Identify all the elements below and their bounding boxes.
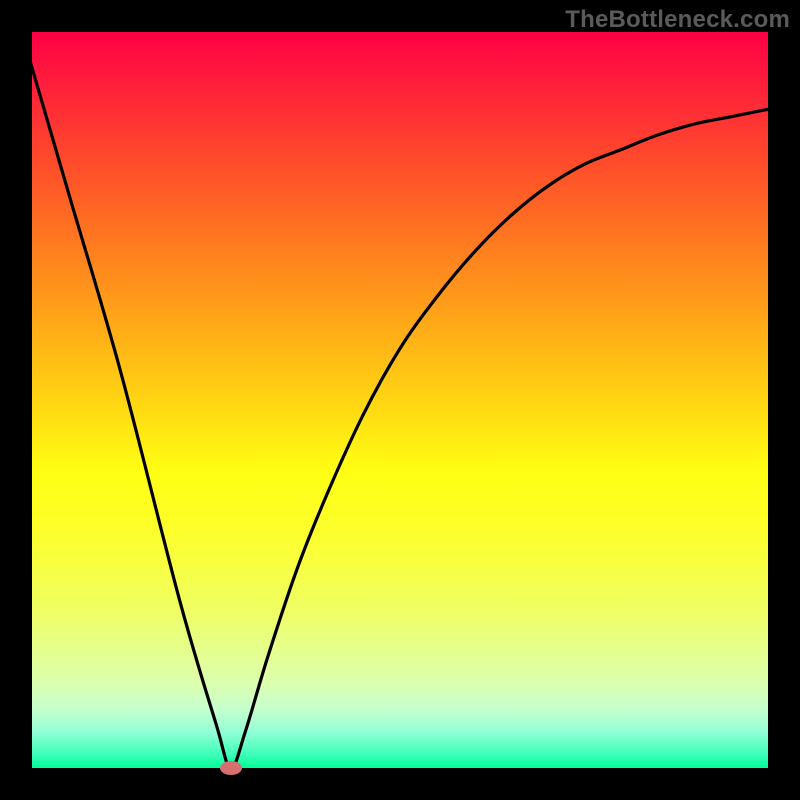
watermark-text: TheBottleneck.com [565,6,790,34]
optimum-marker [220,761,242,775]
chart-plot-area [32,32,768,768]
curve-svg [32,32,768,768]
bottleneck-curve [32,32,768,768]
